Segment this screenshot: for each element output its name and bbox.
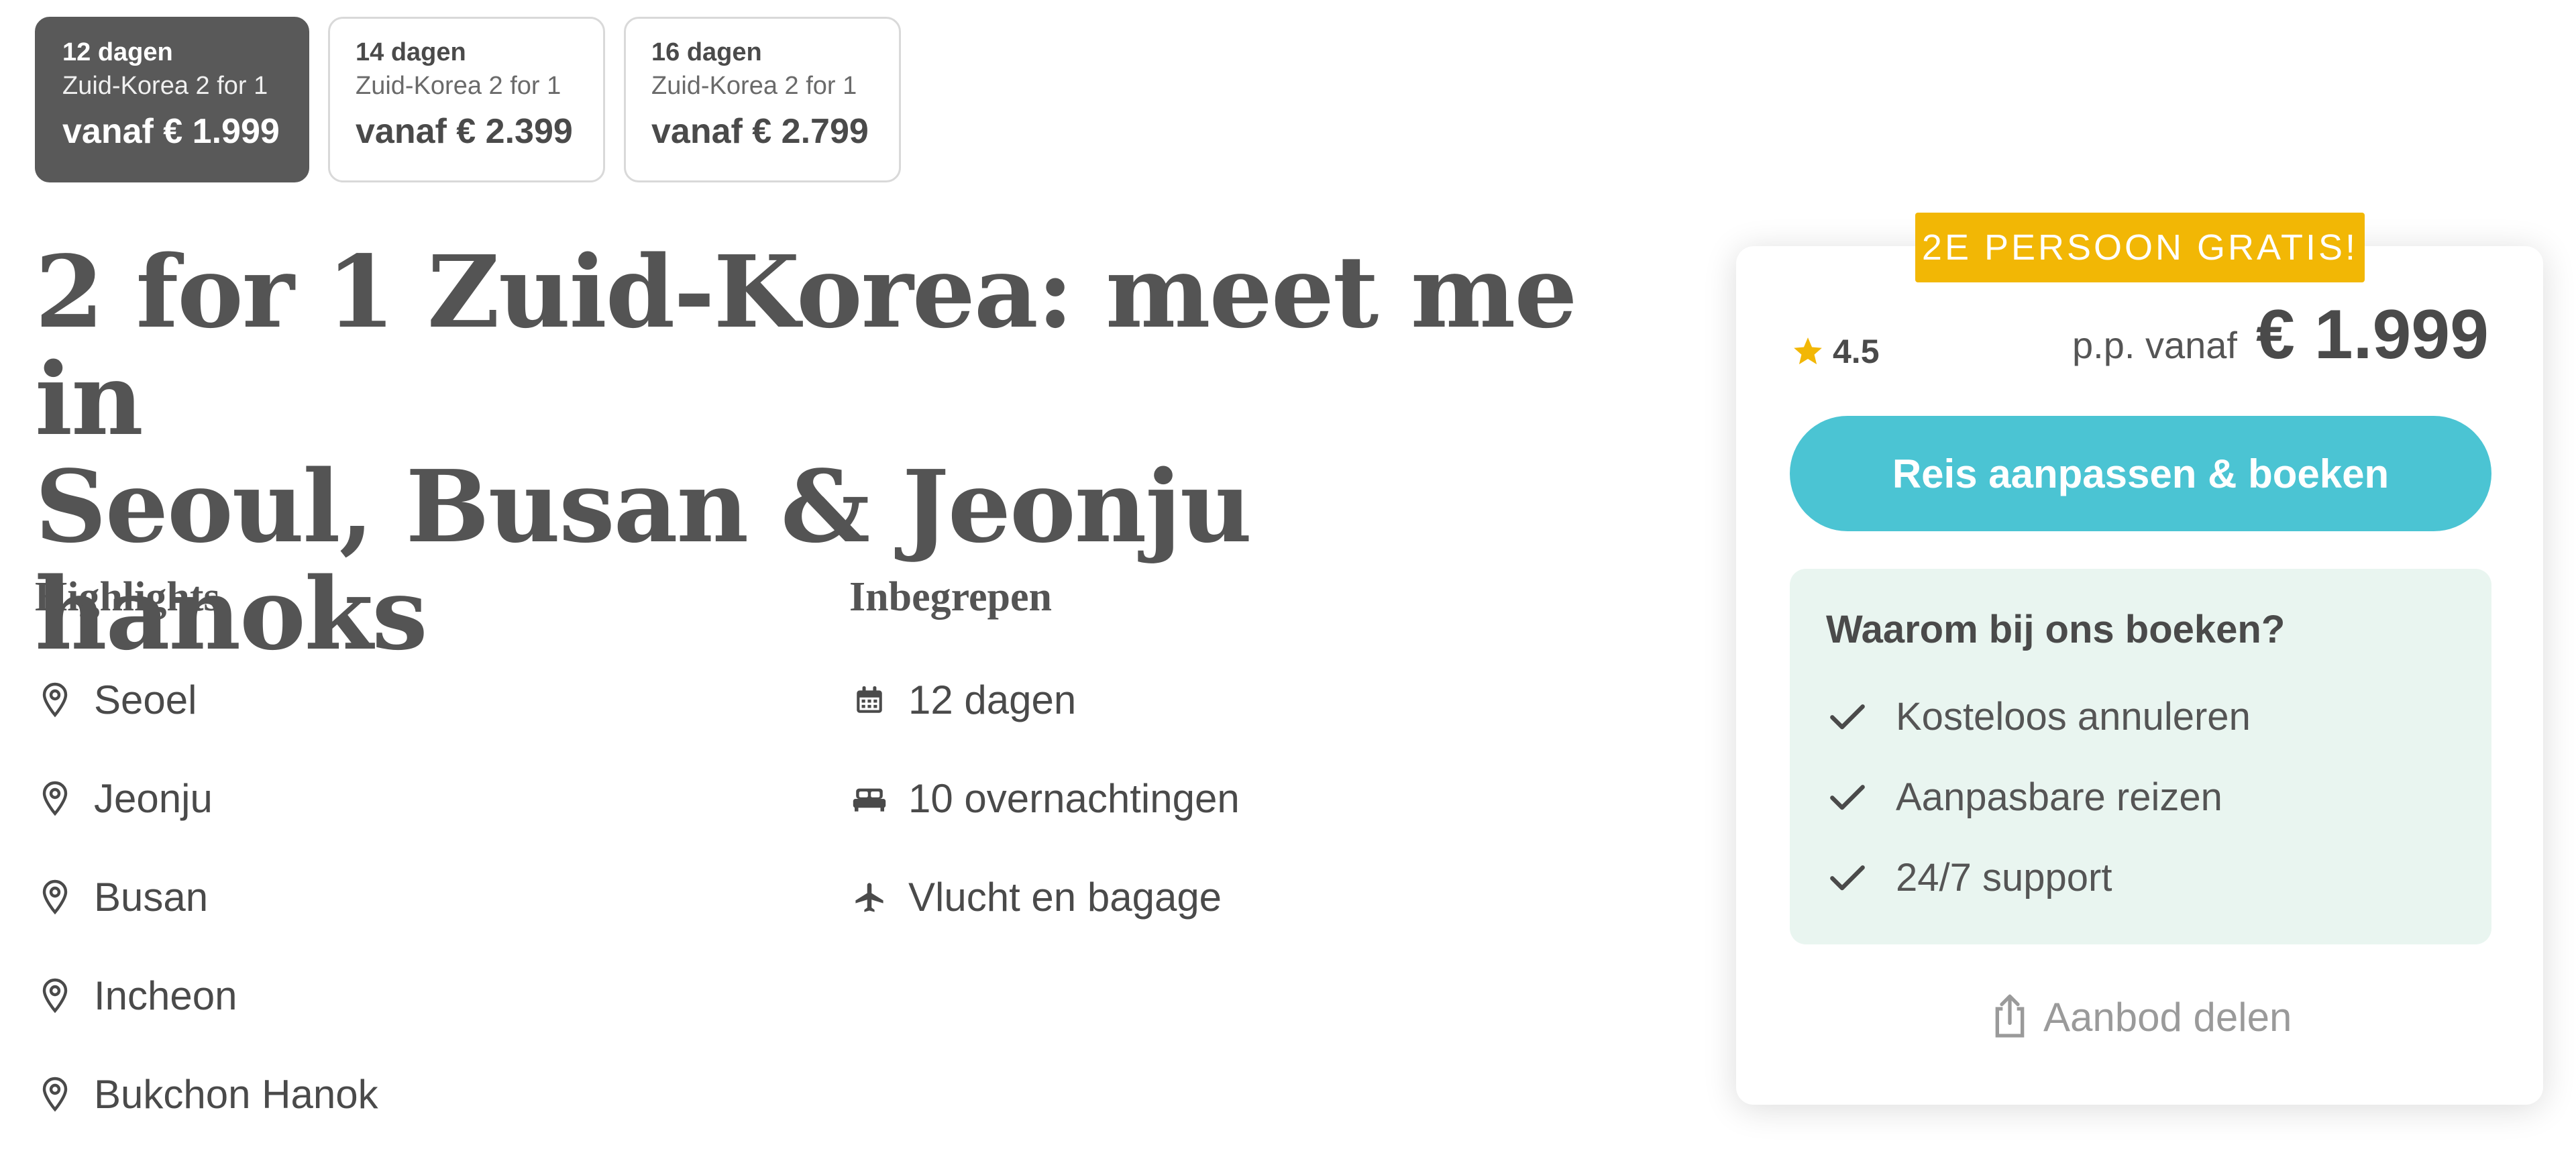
calendar-icon xyxy=(849,680,890,720)
star-icon xyxy=(1791,335,1825,368)
duration-tabs: 12 dagen Zuid-Korea 2 for 1 vanaf € 1.99… xyxy=(35,17,901,182)
included-label: 12 dagen xyxy=(908,677,1077,722)
bed-icon xyxy=(849,779,890,819)
tab-days: 12 dagen xyxy=(62,38,173,66)
included-heading: Inbegrepen xyxy=(849,574,1053,620)
highlight-label: Incheon xyxy=(94,973,237,1018)
highlight-item: Jeonju xyxy=(35,749,378,848)
map-pin-icon xyxy=(35,680,75,720)
included-item: 12 dagen xyxy=(849,651,1240,749)
why-item: Aanpasbare reizen xyxy=(1826,757,2455,837)
tab-name: Zuid-Korea 2 for 1 xyxy=(651,72,857,100)
share-offer-label: Aanbod delen xyxy=(2043,994,2292,1040)
highlight-label: Bukchon Hanok xyxy=(94,1072,378,1117)
tab-14-dagen[interactable]: 14 dagen Zuid-Korea 2 for 1 vanaf € 2.39… xyxy=(328,17,605,182)
map-pin-icon xyxy=(35,779,75,819)
highlight-label: Seoel xyxy=(94,677,197,722)
why-item-label: Aanpasbare reizen xyxy=(1896,775,2222,819)
map-pin-icon xyxy=(35,877,75,918)
why-book-box: Waarom bij ons boeken? Kosteloos annuler… xyxy=(1790,569,2491,944)
why-item-label: Kosteloos annuleren xyxy=(1896,694,2251,738)
highlight-item: Bukchon Hanok xyxy=(35,1045,378,1144)
rating: 4.5 xyxy=(1791,332,1880,371)
included-section: Inbegrepen 12 dagen 10 overnachtingen Vl… xyxy=(849,570,1240,946)
included-item: 10 overnachtingen xyxy=(849,749,1240,848)
included-label: Vlucht en bagage xyxy=(908,875,1222,920)
why-item: Kosteloos annuleren xyxy=(1826,676,2455,757)
map-pin-icon xyxy=(35,1075,75,1115)
why-book-heading: Waarom bij ons boeken? xyxy=(1826,608,2286,651)
share-offer-link[interactable]: Aanbod delen xyxy=(1988,993,2292,1041)
why-item-label: 24/7 support xyxy=(1896,855,2112,899)
price-block: p.p. vanaf € 1.999 xyxy=(2072,295,2489,375)
highlight-item: Busan xyxy=(35,848,378,946)
included-item: Vlucht en bagage xyxy=(849,848,1240,946)
tab-price: vanaf € 2.799 xyxy=(651,112,869,151)
price-label: p.p. vanaf xyxy=(2072,324,2237,366)
included-label: 10 overnachtingen xyxy=(908,776,1240,821)
highlight-label: Busan xyxy=(94,875,209,920)
map-pin-icon xyxy=(35,976,75,1016)
highlight-item: Incheon xyxy=(35,946,378,1045)
highlight-label: Jeonju xyxy=(94,776,213,821)
check-icon xyxy=(1826,856,1869,899)
book-button[interactable]: Reis aanpassen & boeken xyxy=(1790,416,2491,531)
tab-name: Zuid-Korea 2 for 1 xyxy=(62,72,268,100)
tab-days: 14 dagen xyxy=(356,38,466,66)
highlight-item: Seoel xyxy=(35,651,378,749)
tab-price: vanaf € 1.999 xyxy=(62,112,280,151)
tab-16-dagen[interactable]: 16 dagen Zuid-Korea 2 for 1 vanaf € 2.79… xyxy=(624,17,901,182)
promo-ribbon: 2E PERSOON GRATIS! xyxy=(1915,213,2365,282)
highlights-heading: Highlights xyxy=(35,574,220,620)
price-amount: € 1.999 xyxy=(2256,296,2489,374)
share-icon xyxy=(1988,993,2031,1041)
page-title-line-1: 2 for 1 Zuid-Korea: meet me in xyxy=(35,233,1578,457)
why-item: 24/7 support xyxy=(1826,837,2455,918)
tab-price: vanaf € 2.399 xyxy=(356,112,573,151)
tab-days: 16 dagen xyxy=(651,38,762,66)
highlights-section: Highlights Seoel Jeonju Busan Incheon Bu… xyxy=(35,570,378,1144)
tab-12-dagen[interactable]: 12 dagen Zuid-Korea 2 for 1 vanaf € 1.99… xyxy=(35,17,309,182)
check-icon xyxy=(1826,775,1869,818)
rating-value: 4.5 xyxy=(1833,333,1880,370)
airplane-icon xyxy=(849,877,890,918)
check-icon xyxy=(1826,695,1869,738)
tab-name: Zuid-Korea 2 for 1 xyxy=(356,72,561,100)
